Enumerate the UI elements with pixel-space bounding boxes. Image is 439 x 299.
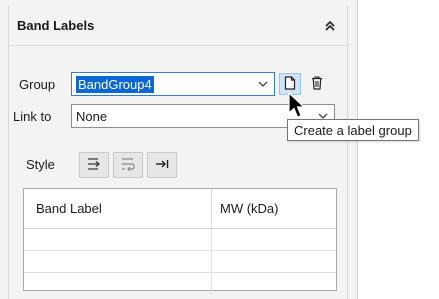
chevron-down-icon <box>252 73 274 95</box>
table-cell[interactable] <box>24 251 212 272</box>
band-labels-panel: Band Labels Group BandGroup4 Link to Non… <box>0 0 358 299</box>
link-to-label: Link to <box>13 109 52 124</box>
new-document-icon <box>284 75 296 93</box>
style-left-button[interactable] <box>79 152 109 178</box>
table-row[interactable] <box>24 251 336 273</box>
table-cell[interactable] <box>24 229 212 250</box>
link-to-select-value: None <box>76 108 108 124</box>
double-chevron-up-icon[interactable] <box>321 17 339 35</box>
table-cell[interactable] <box>24 273 212 295</box>
tab-right-icon <box>154 157 170 174</box>
group-select-value: BandGroup4 <box>76 75 154 93</box>
panel-header[interactable]: Band Labels <box>9 6 349 46</box>
style-wrap-button[interactable] <box>113 152 143 178</box>
trash-icon <box>311 75 323 93</box>
table-row[interactable] <box>24 273 336 295</box>
wrap-arrow-icon <box>120 157 136 174</box>
style-tab-button[interactable] <box>147 152 177 178</box>
table-cell[interactable] <box>212 273 336 295</box>
column-header-band-label[interactable]: Band Label <box>24 189 212 228</box>
group-label: Group <box>19 77 56 92</box>
align-left-arrow-icon <box>86 157 102 174</box>
band-label-table[interactable]: Band Label MW (kDa) <box>23 188 337 295</box>
tooltip: Create a label group <box>287 119 419 141</box>
table-cell[interactable] <box>212 229 336 250</box>
column-header-mw[interactable]: MW (kDa) <box>212 189 336 228</box>
style-label: Style <box>26 157 55 172</box>
delete-label-group-button[interactable] <box>306 73 328 95</box>
group-select[interactable]: BandGroup4 <box>71 72 275 96</box>
table-cell[interactable] <box>212 251 336 272</box>
table-row[interactable] <box>24 229 336 251</box>
panel-title: Band Labels <box>17 18 95 33</box>
panel-body: Band Labels Group BandGroup4 Link to Non… <box>8 6 349 299</box>
table-header: Band Label MW (kDa) <box>24 189 336 229</box>
